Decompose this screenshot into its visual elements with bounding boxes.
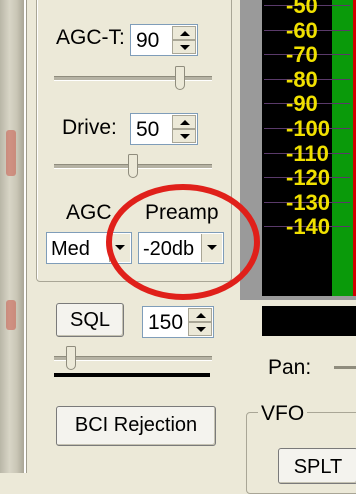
- sql-button[interactable]: SQL: [56, 303, 124, 337]
- sql-slider-track[interactable]: [54, 356, 212, 361]
- sql-level-bar: [54, 373, 210, 377]
- drive-input[interactable]: 50: [130, 113, 198, 145]
- bci-rejection-button[interactable]: BCI Rejection: [56, 406, 216, 446]
- meter-scale-label: -80: [286, 66, 318, 92]
- meter-scale-label: -120: [286, 165, 331, 191]
- agc-threshold-slider-thumb[interactable]: [175, 66, 186, 90]
- arrow-down-icon: [196, 327, 206, 332]
- sql-spinner[interactable]: [188, 308, 212, 336]
- meter-scale-label: -110: [286, 140, 329, 166]
- drive-value: 50: [136, 118, 160, 141]
- meter-readout-bar: [262, 306, 356, 336]
- spin-up-button[interactable]: [172, 115, 196, 129]
- drive-slider-thumb[interactable]: [128, 154, 138, 178]
- spin-up-button[interactable]: [172, 26, 196, 40]
- agc-threshold-slider-track[interactable]: [54, 76, 212, 81]
- agc-threshold-label: AGC-T:: [56, 26, 125, 49]
- spin-down-button[interactable]: [188, 322, 212, 336]
- arrow-up-icon: [196, 313, 206, 318]
- drive-label: Drive:: [62, 116, 117, 139]
- sql-input[interactable]: 150: [142, 306, 214, 338]
- agc-selected-value: Med: [51, 238, 90, 260]
- arrow-up-icon: [180, 31, 190, 36]
- meter-scale-label: -50: [286, 0, 318, 18]
- window-edge: [0, 0, 24, 473]
- drive-spinner[interactable]: [172, 115, 196, 143]
- agc-threshold-value: 90: [136, 29, 160, 52]
- pan-slider-track[interactable]: [334, 366, 356, 369]
- meter-scale-label: -90: [286, 91, 318, 117]
- spin-up-button[interactable]: [188, 308, 212, 322]
- pan-label: Pan:: [268, 356, 312, 379]
- meter-scale-label: -70: [286, 42, 318, 68]
- divider: [26, 0, 27, 473]
- spin-down-button[interactable]: [172, 129, 196, 143]
- sql-value: 150: [148, 311, 184, 334]
- split-button[interactable]: SPLT: [278, 448, 356, 484]
- meter-scale-label: -60: [286, 17, 318, 43]
- arrow-up-icon: [180, 120, 190, 125]
- meter-scale-label: -100: [286, 116, 331, 141]
- agc-threshold-spinner[interactable]: [172, 26, 196, 54]
- spin-down-button[interactable]: [172, 40, 196, 54]
- sql-slider-thumb[interactable]: [65, 346, 76, 370]
- vfo-title: VFO: [258, 402, 308, 426]
- arrow-down-icon: [180, 45, 190, 50]
- highlight-ellipse: [106, 184, 260, 300]
- meter-scale-label: -140: [286, 214, 331, 240]
- arrow-down-icon: [180, 134, 190, 139]
- meter-scale-label: -130: [286, 189, 331, 215]
- agc-threshold-input[interactable]: 90: [130, 24, 198, 56]
